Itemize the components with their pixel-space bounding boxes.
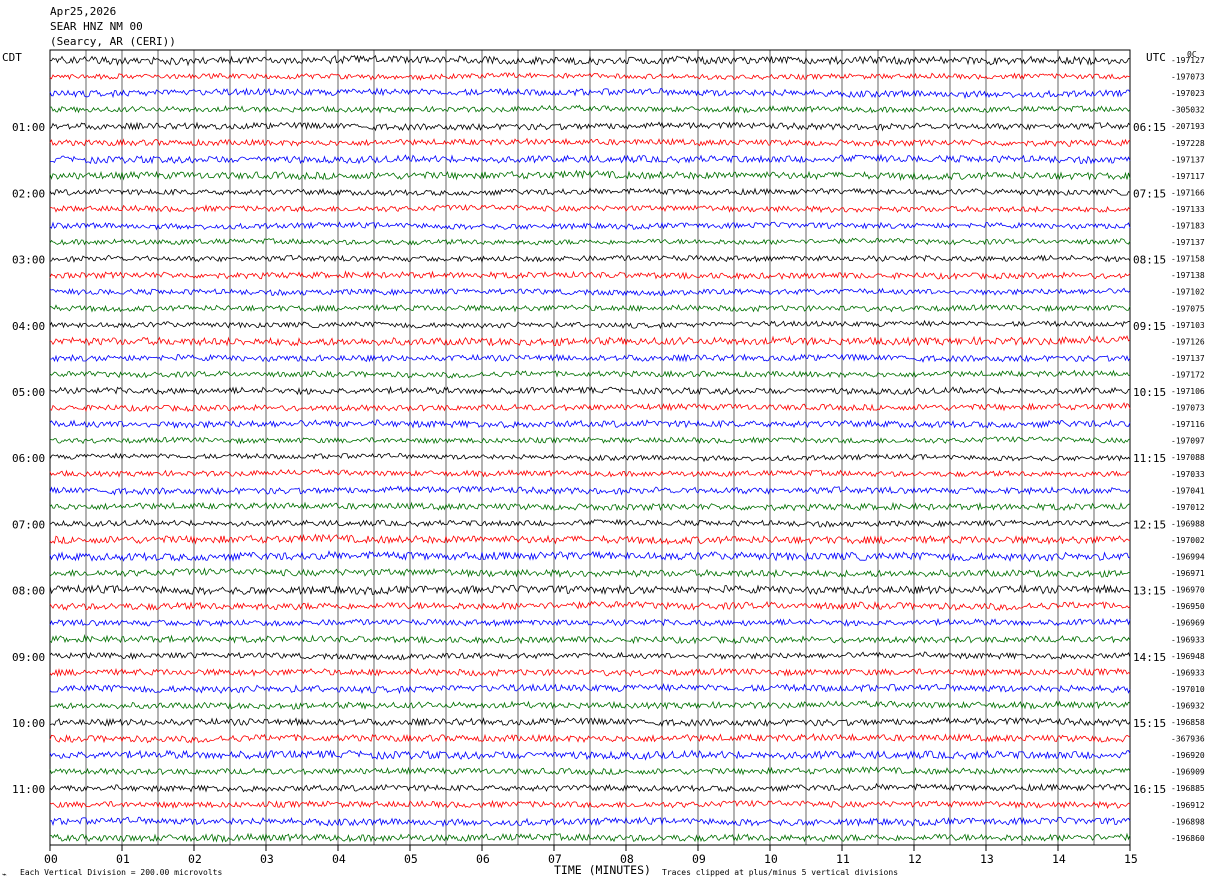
trace-offset-label: -197172 bbox=[1171, 370, 1205, 379]
trace-offset-label: -197097 bbox=[1171, 437, 1205, 446]
x-tick-label: 15 bbox=[1124, 852, 1138, 866]
left-hour-label: 02:00 bbox=[12, 187, 45, 200]
trace-offset-label: -197138 bbox=[1171, 271, 1205, 280]
trace-offset-label: -367936 bbox=[1171, 735, 1205, 744]
trace-offset-label: -197012 bbox=[1171, 503, 1205, 512]
trace-offset-label: -196909 bbox=[1171, 768, 1205, 777]
left-hour-label: 11:00 bbox=[12, 783, 45, 796]
trace-offset-label: -196898 bbox=[1171, 817, 1205, 826]
trace-offset-label: -197073 bbox=[1171, 404, 1205, 413]
left-hour-label: 10:00 bbox=[12, 717, 45, 730]
header-date: Apr25,2026 bbox=[50, 5, 116, 18]
x-tick-label: 12 bbox=[908, 852, 922, 866]
trace-offset-label: -197158 bbox=[1171, 255, 1205, 264]
trace-offset-label: -197075 bbox=[1171, 304, 1205, 313]
trace-offset-label: -305032 bbox=[1171, 106, 1205, 115]
trace-offset-label: -197228 bbox=[1171, 139, 1205, 148]
trace-offset-label: -197117 bbox=[1171, 172, 1205, 181]
trace-offset-label: -197116 bbox=[1171, 420, 1205, 429]
right-hour-label: 13:15 bbox=[1133, 585, 1166, 598]
trace-offset-label: -196994 bbox=[1171, 553, 1205, 562]
left-hour-label: 01:00 bbox=[12, 121, 45, 134]
left-hour-label: 08:00 bbox=[12, 585, 45, 598]
trace-offset-label: -197088 bbox=[1171, 453, 1205, 462]
trace-offset-label: -207193 bbox=[1171, 122, 1205, 131]
trace-offset-label: -196860 bbox=[1171, 834, 1205, 843]
trace-offset-label: -197183 bbox=[1171, 222, 1205, 231]
left-hour-label: 06:00 bbox=[12, 452, 45, 465]
trace-offset-label: -196885 bbox=[1171, 784, 1205, 793]
helicorder-plot: Apr25,2026 SEAR HNZ NM 00 (Searcy, AR (C… bbox=[0, 0, 1210, 886]
left-hour-label: 05:00 bbox=[12, 386, 45, 399]
trace-offset-label: -197033 bbox=[1171, 470, 1205, 479]
right-hour-label: 07:15 bbox=[1133, 187, 1166, 200]
trace-offset-label: -197137 bbox=[1171, 155, 1205, 164]
scale-note: Each Vertical Division = 200.00 microvol… bbox=[20, 868, 222, 877]
x-tick-label: 14 bbox=[1052, 852, 1066, 866]
trace-offset-label: -197137 bbox=[1171, 238, 1205, 247]
trace-offset-label: -196988 bbox=[1171, 519, 1205, 528]
x-tick-label: 02 bbox=[188, 852, 202, 866]
left-hour-label: 07:00 bbox=[12, 518, 45, 531]
trace-offset-label: -197137 bbox=[1171, 354, 1205, 363]
trace-offset-label: -196933 bbox=[1171, 635, 1205, 644]
trace-offset-label: -197106 bbox=[1171, 387, 1205, 396]
trace-offset-label: -197126 bbox=[1171, 337, 1205, 346]
trace-offset-label: -197073 bbox=[1171, 73, 1205, 82]
right-hour-label: 08:15 bbox=[1133, 254, 1166, 267]
header-station: SEAR HNZ NM 00 bbox=[50, 20, 143, 33]
trace-offset-label: -197166 bbox=[1171, 188, 1205, 197]
left-hour-label: 04:00 bbox=[12, 320, 45, 333]
x-tick-label: 05 bbox=[404, 852, 418, 866]
x-axis-title: TIME (MINUTES) bbox=[554, 863, 651, 877]
trace-offset-label: -196971 bbox=[1171, 569, 1205, 578]
footer-icon: ⌁ bbox=[2, 870, 7, 879]
x-tick-label: 13 bbox=[980, 852, 994, 866]
trace-offset-label: -197102 bbox=[1171, 288, 1205, 297]
trace-offset-label: -196920 bbox=[1171, 751, 1205, 760]
left-timezone-label: CDT bbox=[2, 51, 22, 64]
x-tick-label: 10 bbox=[764, 852, 778, 866]
header-location: (Searcy, AR (CERI)) bbox=[50, 35, 176, 48]
clip-note: Traces clipped at plus/minus 5 vertical … bbox=[662, 868, 898, 877]
trace-offset-label: -197103 bbox=[1171, 321, 1205, 330]
left-hour-label: 09:00 bbox=[12, 651, 45, 664]
x-tick-label: 09 bbox=[692, 852, 706, 866]
left-hour-label: 03:00 bbox=[12, 254, 45, 267]
trace-offset-label: -197023 bbox=[1171, 89, 1205, 98]
trace-offset-label: -197010 bbox=[1171, 685, 1205, 694]
trace-offset-label: -196932 bbox=[1171, 701, 1205, 710]
trace-offset-label: -197127 bbox=[1171, 56, 1205, 65]
x-tick-label: 00 bbox=[44, 852, 58, 866]
right-hour-label: 16:15 bbox=[1133, 783, 1166, 796]
trace-offset-label: -196948 bbox=[1171, 652, 1205, 661]
trace-offset-label: -196912 bbox=[1171, 801, 1205, 810]
right-hour-label: 09:15 bbox=[1133, 320, 1166, 333]
trace-offset-label: -196933 bbox=[1171, 668, 1205, 677]
right-hour-label: 12:15 bbox=[1133, 518, 1166, 531]
right-timezone-label: UTC bbox=[1146, 51, 1166, 64]
x-tick-label: 11 bbox=[836, 852, 850, 866]
trace-offset-label: -197133 bbox=[1171, 205, 1205, 214]
right-hour-label: 15:15 bbox=[1133, 717, 1166, 730]
x-tick-label: 06 bbox=[476, 852, 490, 866]
right-hour-label: 10:15 bbox=[1133, 386, 1166, 399]
right-hour-label: 11:15 bbox=[1133, 452, 1166, 465]
trace-offset-label: -197041 bbox=[1171, 486, 1205, 495]
right-hour-label: 06:15 bbox=[1133, 121, 1166, 134]
x-tick-label: 04 bbox=[332, 852, 346, 866]
trace-offset-label: -196858 bbox=[1171, 718, 1205, 727]
right-hour-label: 14:15 bbox=[1133, 651, 1166, 664]
trace-offset-label: -196969 bbox=[1171, 619, 1205, 628]
x-tick-label: 01 bbox=[116, 852, 130, 866]
trace-offset-label: -196950 bbox=[1171, 602, 1205, 611]
x-tick-label: 03 bbox=[260, 852, 274, 866]
trace-offset-label: -196970 bbox=[1171, 586, 1205, 595]
trace-offset-label: -197002 bbox=[1171, 536, 1205, 545]
